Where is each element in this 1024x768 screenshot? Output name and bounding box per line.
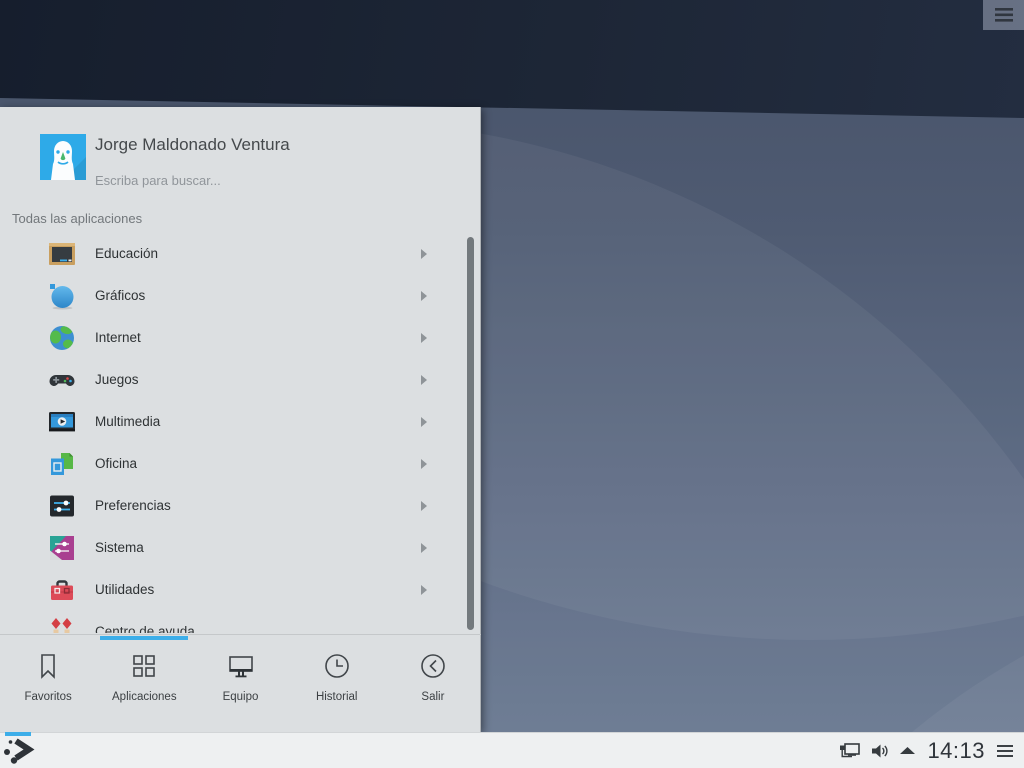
category-oficina[interactable]: Oficina [0,443,481,485]
app-grid-icon [133,655,156,677]
blackboard-icon [49,243,75,265]
network-icon [840,742,861,757]
network-button[interactable] [839,741,861,761]
category-sistema[interactable]: Sistema [0,527,481,569]
caret-up-icon [900,747,916,754]
expand-tray-button[interactable] [899,746,916,755]
category-multimedia[interactable]: Multimedia [0,401,481,443]
category-graficos[interactable]: Gráficos [0,275,481,317]
launcher-active-indicator [5,731,31,736]
monitor-icon [228,656,253,678]
user-avatar[interactable] [40,134,86,180]
category-utilidades[interactable]: Utilidades [0,569,481,611]
app-category-list: Educación Gráficos Internet Juegos Multi… [0,233,481,633]
bookmark-icon [41,654,55,679]
submenu-arrow-icon [421,543,427,553]
globe-icon [50,326,74,350]
application-launcher-menu: Jorge Maldonado Ventura Escriba para bus… [0,107,481,732]
active-tab-indicator [100,636,189,640]
face-icon [40,134,86,180]
submenu-arrow-icon [421,585,427,595]
desktop: Jorge Maldonado Ventura Escriba para bus… [0,0,1024,768]
volume-button[interactable] [870,742,890,760]
tab-favoritos[interactable]: Favoritos [0,635,96,732]
documents-icon [51,453,73,475]
panel-menu-button[interactable] [996,743,1014,759]
submenu-arrow-icon [421,333,427,343]
category-juegos[interactable]: Juegos [0,359,481,401]
submenu-arrow-icon [421,417,427,427]
category-internet[interactable]: Internet [0,317,481,359]
hamburger-icon [994,8,1013,22]
app-launcher-button[interactable] [0,731,40,768]
user-name: Jorge Maldonado Ventura [95,135,290,154]
media-player-icon [49,412,75,432]
submenu-arrow-icon [421,501,427,511]
volume-icon [872,744,889,757]
tab-salir[interactable]: Salir [385,635,481,732]
search-input[interactable]: Escriba para buscar... [95,173,221,188]
gamepad-icon [49,375,75,386]
submenu-arrow-icon [421,459,427,469]
sliders-dark-icon [50,495,74,517]
exit-icon [421,654,445,678]
system-tray: 14:13 [839,738,1024,764]
launcher-logo-icon [4,737,35,764]
category-educacion[interactable]: Educación [0,233,481,275]
tab-aplicaciones[interactable]: Aplicaciones [96,635,192,732]
sphere-icon [50,284,74,310]
submenu-arrow-icon [421,249,427,259]
scrollbar[interactable] [467,237,474,630]
clock-icon [324,654,349,678]
tab-historial[interactable]: Historial [289,635,385,732]
hamburger-icon [997,744,1013,757]
category-preferencias[interactable]: Preferencias [0,485,481,527]
taskbar: 14:13 [0,731,1024,768]
sliders-color-icon [50,536,74,560]
breadcrumb: Todas las aplicaciones [12,211,143,226]
menu-tab-bar: Favoritos Aplicaciones Equipo Historial … [0,635,481,732]
submenu-arrow-icon [421,375,427,385]
desktop-toolbox-button[interactable] [983,0,1024,30]
tab-equipo[interactable]: Equipo [192,635,288,732]
toolbox-red-icon [51,580,73,600]
clock[interactable]: 14:13 [927,738,985,764]
help-icon [51,618,72,633]
submenu-arrow-icon [421,291,427,301]
category-centro-de-ayuda[interactable]: Centro de ayuda [0,611,481,633]
